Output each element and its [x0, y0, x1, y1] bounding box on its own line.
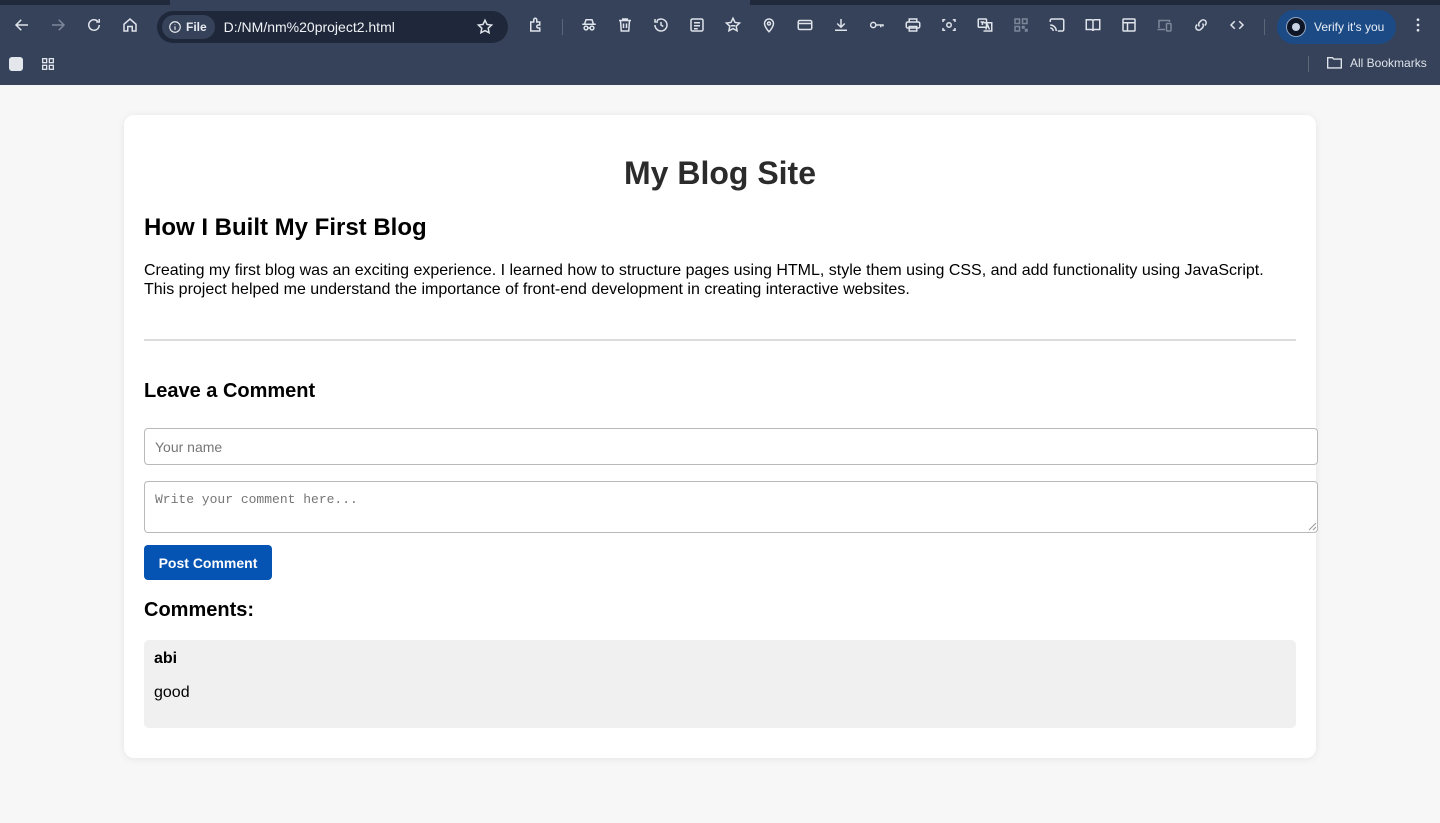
home-icon[interactable] — [116, 11, 144, 39]
address-bar[interactable]: File D:/NM/nm%20project2.html — [157, 11, 508, 43]
url-chip-label: File — [186, 20, 207, 34]
folder-icon — [1327, 57, 1342, 69]
profile-label: Verify it's you — [1314, 20, 1385, 34]
reading-list-icon[interactable] — [683, 11, 711, 39]
blog-container: My Blog Site How I Built My First Blog C… — [124, 115, 1318, 758]
download-icon[interactable] — [827, 11, 855, 39]
post-body: Creating my first blog was an exciting e… — [144, 262, 1264, 298]
all-bookmarks-label: All Bookmarks — [1350, 55, 1427, 70]
reading-mode-icon[interactable] — [1079, 11, 1107, 39]
cast-icon[interactable] — [1043, 11, 1071, 39]
payment-card-icon[interactable] — [791, 11, 819, 39]
qr-code-icon[interactable] — [1007, 11, 1035, 39]
comment-textarea[interactable] — [144, 481, 1318, 533]
print-icon[interactable] — [899, 11, 927, 39]
extensions-icon[interactable] — [522, 11, 550, 39]
side-panel-icon[interactable] — [1115, 11, 1143, 39]
history-icon[interactable] — [647, 11, 675, 39]
favorites-icon[interactable] — [719, 11, 747, 39]
comment-text: good — [154, 684, 190, 701]
bookmark-star-icon[interactable] — [471, 13, 499, 41]
browser-chrome: File D:/NM/nm%20project2.html Verify it'… — [0, 0, 1440, 85]
screenshot-icon[interactable] — [935, 11, 963, 39]
comment-author: abi — [154, 650, 178, 667]
back-icon[interactable] — [8, 11, 36, 39]
bookmarks-divider — [1308, 56, 1309, 72]
site-info-chip[interactable]: File — [162, 15, 215, 39]
site-title: My Blog Site — [623, 155, 816, 191]
delete-icon[interactable] — [611, 11, 639, 39]
translate-icon[interactable] — [971, 11, 999, 39]
section-divider — [144, 339, 1296, 341]
profile-verify-button[interactable]: Verify it's you — [1277, 10, 1396, 44]
url-text[interactable]: D:/NM/nm%20project2.html — [224, 19, 471, 35]
apps-grid-icon[interactable] — [37, 53, 59, 75]
comment-item: abi good — [144, 640, 1296, 728]
tab-strip — [0, 0, 1440, 5]
toolbar-divider — [1264, 19, 1265, 35]
avatar — [1286, 17, 1306, 37]
bookmark-app-icon[interactable] — [5, 53, 27, 75]
toolbar-divider — [562, 19, 563, 35]
forward-icon[interactable] — [44, 11, 72, 39]
comments-heading: Comments: — [144, 599, 255, 621]
post-comment-button[interactable]: Post Comment — [144, 545, 272, 580]
resize-grip-icon[interactable] — [1308, 522, 1317, 531]
browser-toolbar: File D:/NM/nm%20project2.html Verify it'… — [0, 8, 1440, 46]
bookmarks-bar: All Bookmarks — [0, 50, 1440, 78]
comment-form-heading: Leave a Comment — [144, 380, 316, 402]
key-icon[interactable] — [863, 11, 891, 39]
code-icon[interactable] — [1223, 11, 1251, 39]
all-bookmarks-button[interactable]: All Bookmarks — [1326, 55, 1427, 70]
incognito-icon[interactable] — [575, 11, 603, 39]
info-icon — [169, 21, 181, 33]
link-icon[interactable] — [1187, 11, 1215, 39]
devices-icon[interactable] — [1151, 11, 1179, 39]
reload-icon[interactable] — [80, 11, 108, 39]
name-input[interactable] — [144, 428, 1318, 465]
post-title: How I Built My First Blog — [144, 214, 427, 241]
location-icon[interactable] — [755, 11, 783, 39]
more-icon[interactable] — [1404, 11, 1432, 39]
active-tab[interactable] — [170, 0, 750, 5]
